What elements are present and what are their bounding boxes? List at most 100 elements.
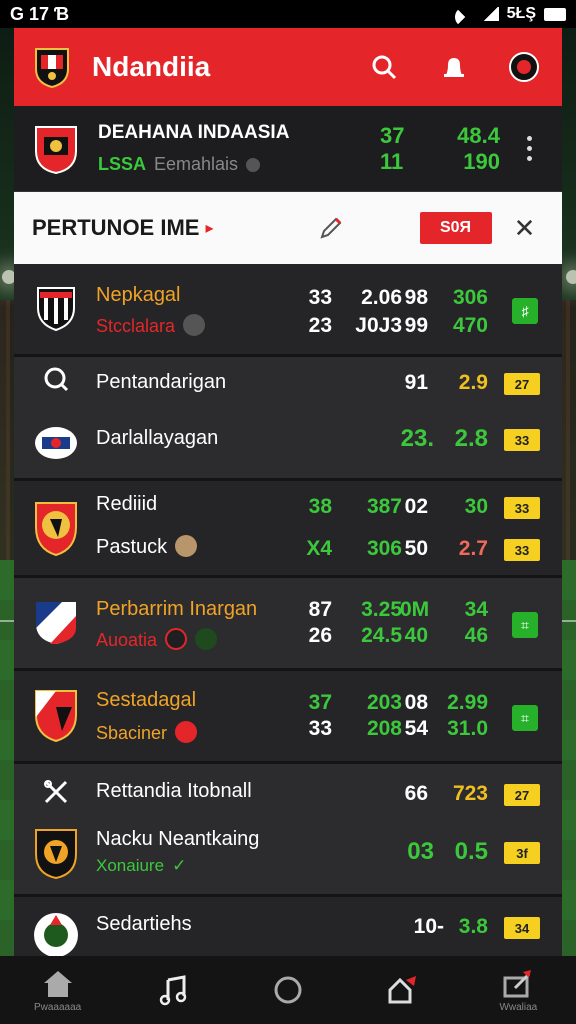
- match-card[interactable]: Sestadagal Sbaciner 37 203 08 2.99 33 20…: [14, 671, 562, 764]
- status-icons: 5ŁŞ: [454, 5, 566, 27]
- stat-value: 54: [404, 717, 428, 740]
- team-name: Pastuck: [96, 535, 198, 559]
- team-crest-icon: [36, 602, 76, 644]
- league-stat: 48.4: [457, 122, 500, 148]
- nav-music[interactable]: [133, 960, 213, 1020]
- match-card[interactable]: Perbarrim Inargan Auoatia 87 3.25 0M 34 …: [14, 578, 562, 671]
- edit-button[interactable]: [314, 211, 348, 245]
- match-card[interactable]: Rettandia Itobnall Nacku Neantkaing Xona…: [14, 764, 562, 897]
- nav-circle[interactable]: [248, 960, 328, 1020]
- team-name: Sbaciner: [96, 721, 198, 744]
- league-logo-icon: [35, 125, 77, 174]
- bottom-navigation: Pwaaaaaa Wwaliaa: [0, 956, 576, 1024]
- league-sub-green: LSSA: [98, 154, 147, 174]
- stat-value: 23.: [400, 425, 434, 452]
- team-name: Nepkagal: [96, 284, 181, 306]
- stat-value: 2.8: [454, 425, 488, 452]
- nav-share[interactable]: [363, 960, 443, 1020]
- stat-value: 30: [464, 495, 488, 518]
- team-name: Rediiid: [96, 493, 158, 515]
- arrow-icon: ▸: [205, 220, 214, 237]
- team-name-text: Auoatia: [96, 630, 158, 650]
- match-card[interactable]: Nepkagal Stcclalara 33 2.06 98 306 23 J0…: [14, 264, 562, 357]
- tag-icon: [175, 721, 198, 743]
- search-icon: [372, 55, 397, 80]
- favorite-toggle[interactable]: ♯: [512, 298, 538, 324]
- favorite-toggle[interactable]: ⌗: [512, 612, 538, 638]
- match-list: Nepkagal Stcclalara 33 2.06 98 306 23 J0…: [14, 264, 562, 956]
- stat-value: 33: [308, 717, 332, 740]
- league-stats: 37 48.4 11 190: [380, 123, 500, 175]
- home-icon: [43, 970, 72, 997]
- odds-badge[interactable]: 3f: [504, 842, 540, 864]
- stat-value: 387: [366, 495, 402, 518]
- stat-value: 470: [452, 314, 488, 337]
- stat-value: 40: [404, 624, 428, 647]
- stat-value: 24.5: [361, 624, 402, 647]
- avatar-icon: [509, 52, 539, 82]
- match-card[interactable]: Sedartiehs 10- 3.8 34: [14, 897, 562, 956]
- bell-icon: [444, 58, 464, 77]
- filter-title: PERTUNOE IME: [32, 215, 200, 240]
- league-stat: 190: [463, 148, 500, 174]
- stat-value: 203: [366, 691, 402, 714]
- stat-value: 3.25: [361, 598, 402, 621]
- search-icon: [44, 367, 69, 392]
- app-title: Ndandiia: [92, 51, 211, 82]
- status-bar: G 17 Ɓ 5ŁŞ: [0, 0, 576, 28]
- check-icon: ✓: [172, 856, 187, 875]
- stat-value: 91: [404, 371, 428, 394]
- dot-icon: [526, 136, 532, 141]
- stat-value: 723: [452, 782, 488, 805]
- team-crest-icon: [35, 690, 77, 743]
- team-crest-icon: [35, 502, 77, 557]
- league-row[interactable]: DEAHANA INDAASIA LSSA Eemahlais 37 48.4 1…: [14, 106, 562, 192]
- status-time: G 17 Ɓ: [10, 3, 70, 24]
- stat-value: 0M: [400, 598, 430, 621]
- wifi-icon: [454, 7, 475, 27]
- stat-value: 03: [407, 838, 434, 865]
- team-name: Rettandia Itobnall: [96, 780, 252, 802]
- team-crest-icon: [35, 829, 77, 880]
- stat-value: 26: [308, 624, 332, 647]
- more-options-button[interactable]: [514, 136, 544, 161]
- signal-icon: [482, 7, 499, 21]
- match-card[interactable]: Rediiid Pastuck 38 387 02 30 33 X4 306 5…: [14, 481, 562, 578]
- filter-badge-button[interactable]: S0Я: [419, 212, 492, 244]
- nav-export[interactable]: Wwaliaa: [478, 960, 558, 1020]
- team-name-sub: Xonaiure ✓: [96, 856, 186, 876]
- team-name: Nacku Neantkaing: [96, 828, 260, 850]
- stat-value: 38: [308, 495, 332, 518]
- odds-badge[interactable]: 27: [504, 784, 540, 806]
- check-icon: ♯: [521, 303, 529, 319]
- export-icon: [503, 969, 532, 997]
- team-crest-icon: [35, 427, 77, 459]
- stat-value: J0J3: [355, 314, 402, 337]
- dropdown-icon: [246, 157, 261, 172]
- music-icon: [159, 975, 187, 1006]
- search-button[interactable]: [364, 47, 404, 87]
- team-name: Perbarrim Inargan: [96, 598, 258, 620]
- stat-value: 208: [366, 717, 402, 740]
- stat-value: 2.9: [458, 371, 488, 394]
- odds-badge[interactable]: 27: [504, 373, 540, 395]
- stat-value: 66: [404, 782, 428, 805]
- odds-badge[interactable]: 33: [504, 497, 540, 519]
- stat-value: 99: [404, 314, 428, 337]
- stat-value: X4: [306, 537, 332, 560]
- stat-value: 2.99: [447, 691, 488, 714]
- team-name: Auoatia: [96, 628, 218, 651]
- team-name-text: Stcclalara: [96, 316, 176, 336]
- team-crest-icon: [37, 287, 75, 332]
- dot-icon: [526, 146, 532, 151]
- close-button[interactable]: ✕: [510, 213, 540, 243]
- favorite-toggle[interactable]: ⌗: [512, 705, 538, 731]
- match-card[interactable]: Pentandarigan Darlallayagan 91 2.9 27 23…: [14, 357, 562, 481]
- profile-button[interactable]: [504, 47, 544, 87]
- odds-badge[interactable]: 34: [504, 917, 540, 939]
- odds-badge[interactable]: 33: [504, 539, 540, 561]
- nav-home[interactable]: Pwaaaaaa: [18, 960, 98, 1020]
- odds-badge[interactable]: 33: [504, 429, 540, 451]
- notifications-button[interactable]: [434, 47, 474, 87]
- league-stat: 37: [380, 122, 405, 148]
